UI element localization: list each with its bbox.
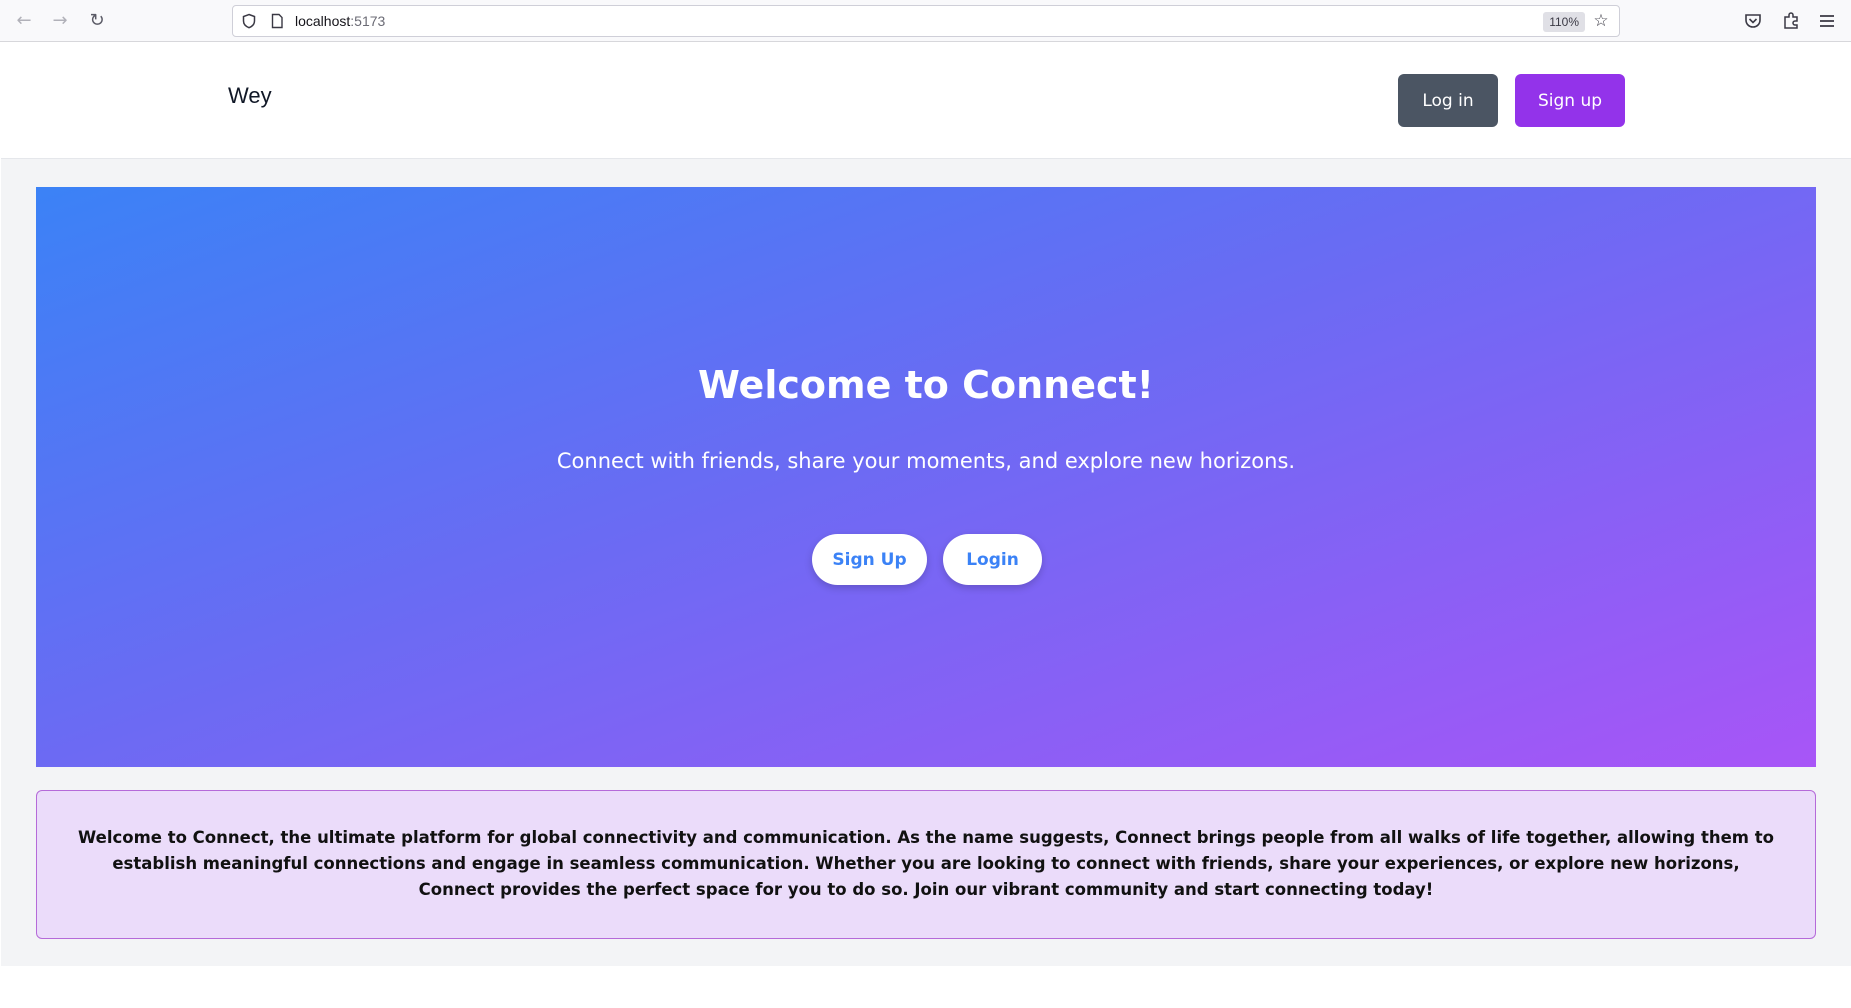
browser-toolbar: ← → ↻ localhost:5173 110% ☆ xyxy=(0,0,1851,42)
site-header: Wey Log in Sign up xyxy=(1,42,1851,159)
hero-subtitle: Connect with friends, share your moments… xyxy=(556,449,1296,473)
header-signup-button[interactable]: Sign up xyxy=(1515,74,1625,127)
page-icon[interactable] xyxy=(269,13,285,29)
puzzle-icon[interactable] xyxy=(1780,10,1802,32)
hero-banner: Welcome to Connect! Connect with friends… xyxy=(36,187,1816,767)
reload-icon[interactable]: ↻ xyxy=(85,9,109,33)
forward-arrow-icon[interactable]: → xyxy=(48,9,72,33)
url-host: localhost xyxy=(295,13,351,29)
pocket-icon[interactable] xyxy=(1742,10,1764,32)
page-bottom-blank xyxy=(0,966,1851,1008)
hero-login-button[interactable]: Login xyxy=(943,534,1042,585)
about-text: Welcome to Connect, the ultimate platfor… xyxy=(78,828,1774,899)
brand-logo[interactable]: Wey xyxy=(228,83,272,109)
back-arrow-icon[interactable]: ← xyxy=(12,9,36,33)
address-bar[interactable]: localhost:5173 110% ☆ xyxy=(232,5,1620,37)
shield-icon[interactable] xyxy=(241,13,257,29)
zoom-level-badge[interactable]: 110% xyxy=(1543,12,1585,32)
about-info-box: Welcome to Connect, the ultimate platfor… xyxy=(36,790,1816,939)
hero-signup-button[interactable]: Sign Up xyxy=(812,534,927,585)
url-port: :5173 xyxy=(350,13,386,29)
url-text[interactable]: localhost:5173 xyxy=(295,6,385,36)
page: Wey Log in Sign up Welcome to Connect! C… xyxy=(1,42,1851,966)
star-icon[interactable]: ☆ xyxy=(1591,11,1611,31)
hero-title: Welcome to Connect! xyxy=(698,363,1154,407)
header-login-button[interactable]: Log in xyxy=(1398,74,1498,127)
hamburger-menu-icon[interactable] xyxy=(1816,10,1838,32)
